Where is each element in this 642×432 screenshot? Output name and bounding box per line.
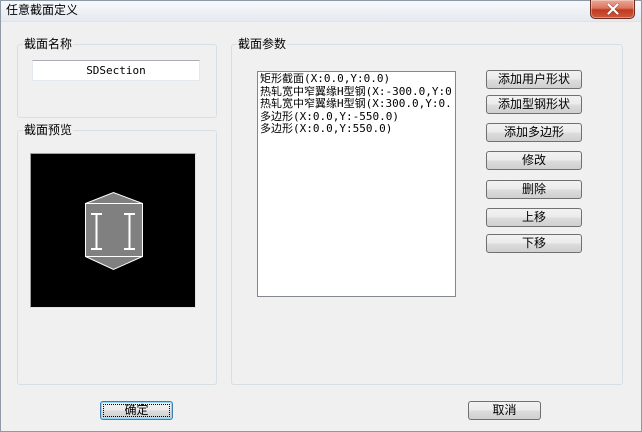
preview-polygon-bottom [85, 256, 143, 271]
h-steel-right-web [128, 215, 131, 248]
modify-button[interactable]: 修改 [486, 151, 582, 170]
move-down-button[interactable]: 下移 [486, 234, 582, 253]
preview-polygon-top [85, 191, 143, 204]
add-polygon-button[interactable]: 添加多边形 [486, 123, 582, 142]
section-params-group-label: 截面参数 [237, 37, 288, 51]
list-item[interactable]: 多边形(X:0.0,Y:-550.0) [260, 111, 455, 124]
list-item[interactable]: 热轧宽中窄翼缘H型钢(X:300.0,Y:0. [260, 98, 455, 111]
section-params-listbox[interactable]: 矩形截面(X:0.0,Y:0.0) 热轧宽中窄翼缘H型钢(X:-300.0,Y:… [257, 71, 456, 297]
list-item[interactable]: 热轧宽中窄翼缘H型钢(X:-300.0,Y:0 [260, 86, 455, 99]
h-steel-left-bottom-flange [91, 248, 102, 250]
cancel-button[interactable]: 取消 [468, 401, 541, 420]
section-preview-group-label: 截面预览 [23, 123, 74, 137]
h-steel-left-web [95, 215, 98, 248]
focus-rectangle [103, 404, 170, 417]
h-steel-right-top-flange [124, 213, 135, 215]
add-user-shape-button[interactable]: 添加用户形状 [486, 70, 582, 89]
section-name-group: 截面名称 [17, 37, 217, 118]
section-preview-drawing [85, 191, 143, 271]
move-up-button[interactable]: 上移 [486, 208, 582, 227]
close-icon[interactable] [606, 3, 620, 15]
section-preview-canvas [30, 153, 196, 308]
section-params-group: 截面参数 矩形截面(X:0.0,Y:0.0) 热轧宽中窄翼缘H型钢(X:-300… [231, 37, 623, 385]
delete-button[interactable]: 删除 [486, 180, 582, 199]
title-bar[interactable]: 任意截面定义 [1, 0, 641, 22]
section-name-input[interactable] [32, 60, 200, 81]
section-preview-group: 截面预览 [17, 123, 217, 385]
section-name-group-label: 截面名称 [23, 37, 74, 51]
add-steel-shape-button[interactable]: 添加型钢形状 [486, 95, 582, 114]
ok-button[interactable]: 确定 [100, 401, 173, 420]
list-item[interactable]: 矩形截面(X:0.0,Y:0.0) [260, 73, 455, 86]
close-button[interactable] [590, 0, 635, 19]
h-steel-left-top-flange [91, 213, 102, 215]
window-title: 任意截面定义 [6, 3, 79, 17]
h-steel-right-bottom-flange [124, 248, 135, 250]
list-item[interactable]: 多边形(X:0.0,Y:550.0) [260, 123, 455, 136]
section-definition-dialog: 任意截面定义 截面名称 截面预览 [0, 0, 642, 432]
